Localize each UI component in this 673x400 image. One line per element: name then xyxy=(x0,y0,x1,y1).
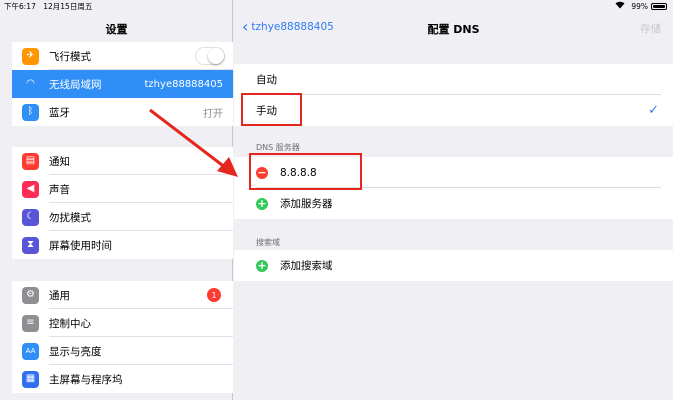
ipad-screen: 设置 ✈ 飞行模式 ◠ 无线局域网 tzhye88888405 ᛒ 蓝牙 打开 ▤ 通知 ◀ 声音 ☾… xyxy=(0,0,673,400)
red-arrow-annotation xyxy=(149,108,238,177)
